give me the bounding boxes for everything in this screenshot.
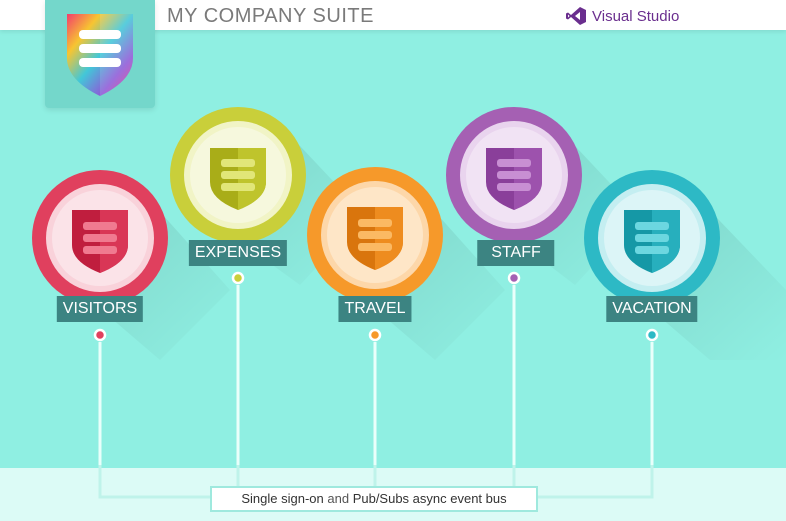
label-visitors[interactable]: VISITORS bbox=[56, 296, 144, 322]
label-staff[interactable]: STAFF bbox=[477, 240, 555, 266]
connector-dot-staff bbox=[507, 271, 521, 285]
visual-studio-label: Visual Studio bbox=[592, 7, 680, 25]
connector-dot-vacation bbox=[645, 328, 659, 342]
suite-logo[interactable] bbox=[45, 0, 155, 108]
label-expenses[interactable]: EXPENSES bbox=[188, 240, 288, 266]
app-vacation[interactable] bbox=[584, 170, 786, 360]
visual-studio-brand[interactable]: Visual Studio bbox=[566, 6, 679, 26]
connector-dot-travel bbox=[368, 328, 382, 342]
connector-dot-visitors bbox=[93, 328, 107, 342]
event-bus-box: Single sign-on and Pub/Subs async event … bbox=[210, 486, 538, 512]
label-vacation[interactable]: VACATION bbox=[606, 296, 698, 322]
visual-studio-icon bbox=[566, 7, 586, 25]
shield-icon bbox=[67, 14, 133, 96]
bus-text-pubsub: Pub/Subs async event bus bbox=[352, 491, 507, 506]
bus-text-sso: Single sign-on bbox=[241, 491, 324, 506]
bus-text-and: and bbox=[323, 491, 353, 506]
app-title: MY COMPANY SUITE bbox=[167, 5, 374, 27]
connector-dot-expenses bbox=[231, 271, 245, 285]
label-travel[interactable]: TRAVEL bbox=[338, 296, 412, 322]
